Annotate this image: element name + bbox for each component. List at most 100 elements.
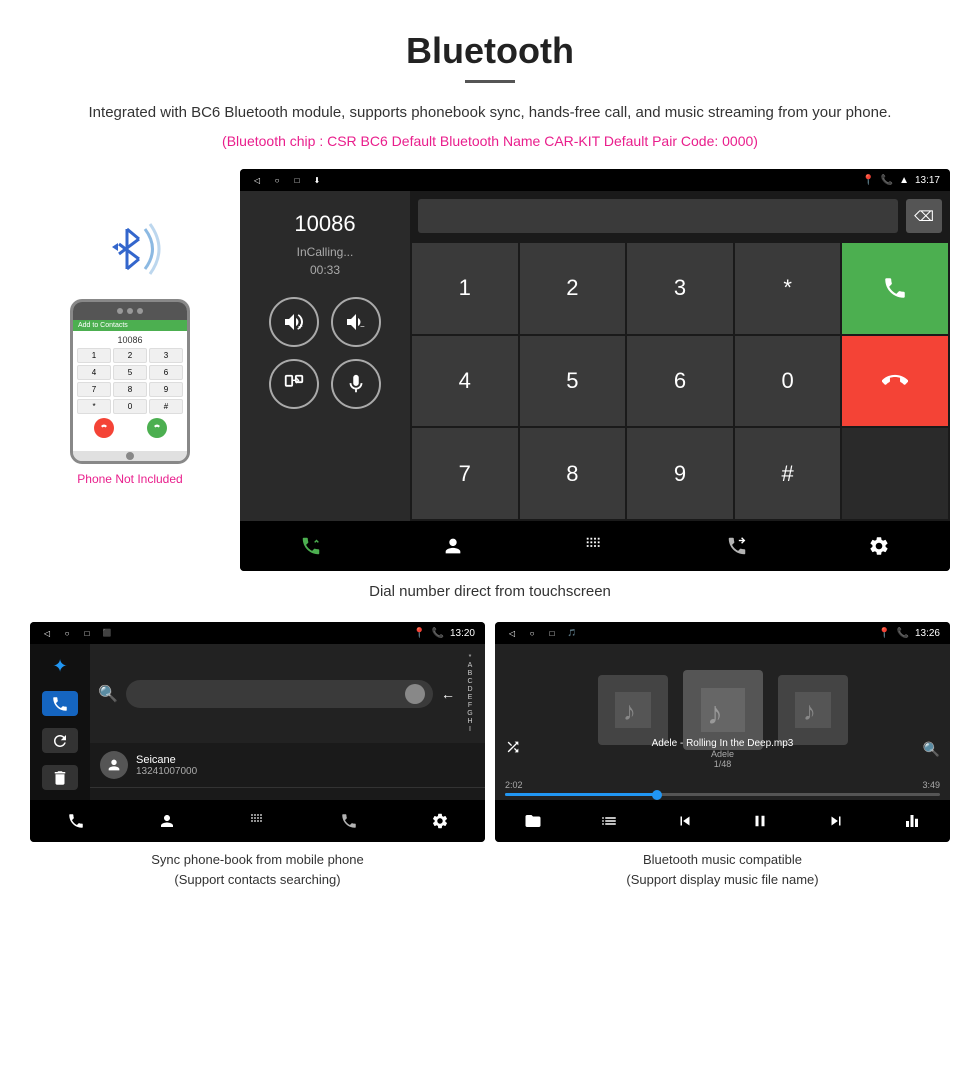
music-status-bar: ◁ ○ □ 🎵 📍 📞 13:26	[495, 622, 950, 644]
mute-btn[interactable]	[331, 359, 381, 409]
pb-download-icon: ⬛	[100, 626, 114, 640]
pb-delete-icon[interactable]	[42, 765, 78, 790]
pb-nav-contacts[interactable]	[152, 806, 182, 836]
key-hash[interactable]: #	[735, 428, 841, 519]
song-title: Adele - Rolling In the Deep.mp3	[495, 738, 950, 749]
pb-call-icon: 📞	[432, 628, 444, 639]
shuffle-icon[interactable]	[505, 739, 521, 758]
top-caption: Dial number direct from touchscreen	[0, 571, 980, 612]
pb-nav-phone[interactable]	[61, 806, 91, 836]
music-layout: ♪ ♪ ♪	[495, 644, 950, 800]
contact-row-seicane[interactable]: Seicane 13241007000	[90, 743, 485, 788]
music-note-right: ♪	[795, 692, 831, 728]
key-7[interactable]: 7	[412, 428, 518, 519]
music-nav-play[interactable]	[745, 806, 775, 836]
page-description: Integrated with BC6 Bluetooth module, su…	[60, 101, 920, 125]
music-screen: ◁ ○ □ 🎵 📍 📞 13:26	[495, 622, 950, 842]
pb-nav-transfer[interactable]	[334, 806, 364, 836]
key-9[interactable]: 9	[627, 428, 733, 519]
music-back-icon[interactable]: ◁	[505, 626, 519, 640]
backspace-btn[interactable]: ⌫	[906, 199, 942, 233]
progress-knob[interactable]	[652, 790, 662, 800]
phone-app-screen: 10086 InCalling... 00:33 + −	[240, 191, 950, 521]
pb-recent-icon[interactable]: □	[80, 626, 94, 640]
music-note-left: ♪	[615, 692, 651, 728]
key-0[interactable]: 0	[735, 336, 841, 427]
music-nav-equalizer[interactable]	[897, 806, 927, 836]
contact-name: Seicane	[136, 754, 475, 766]
phone-not-included-label: Phone Not Included	[77, 472, 182, 486]
pb-search-icon[interactable]: 🔍	[98, 684, 118, 704]
call-answer-btn[interactable]	[842, 243, 948, 334]
music-nav-list[interactable]	[594, 806, 624, 836]
progress-bar[interactable]	[505, 793, 940, 796]
nav-transfer-icon[interactable]	[717, 528, 757, 564]
pb-phone-icon[interactable]	[42, 691, 78, 716]
key-2[interactable]: 2	[520, 243, 626, 334]
key-star[interactable]: *	[735, 243, 841, 334]
pb-alphabet-list: *ABCD EFGHI	[463, 650, 477, 737]
back-nav-icon[interactable]: ◁	[250, 173, 264, 187]
dialer-input-row: ⌫	[410, 191, 950, 241]
home-nav-icon[interactable]: ○	[270, 173, 284, 187]
music-block: ◁ ○ □ 🎵 📍 📞 13:26	[495, 622, 950, 897]
key-5[interactable]: 5	[520, 336, 626, 427]
key-4[interactable]: 4	[412, 336, 518, 427]
title-underline	[465, 80, 515, 83]
music-bottom-nav	[495, 800, 950, 842]
music-nav-folder[interactable]	[518, 806, 548, 836]
key-6[interactable]: 6	[627, 336, 733, 427]
dialer-input-field[interactable]	[418, 199, 898, 233]
volume-up-btn[interactable]: +	[269, 297, 319, 347]
phone-side: Add to Contacts 10086 123 456 789 *0#	[30, 169, 230, 486]
phonebook-screen: ◁ ○ □ ⬛ 📍 📞 13:20 ✦	[30, 622, 485, 842]
bottom-nav-top	[240, 521, 950, 571]
wifi-icon: ▲	[899, 175, 909, 186]
pb-nav-settings[interactable]	[425, 806, 455, 836]
pb-nav-keypad[interactable]	[243, 806, 273, 836]
call-status: InCalling...	[297, 245, 354, 259]
time-display: 13:17	[915, 175, 940, 186]
music-time: 13:26	[915, 628, 940, 639]
call-end-btn[interactable]	[842, 336, 948, 427]
artist-name: Adele	[495, 749, 950, 759]
music-search-icon[interactable]: 🔍	[923, 741, 940, 758]
pb-search-row: 🔍 ← *ABCD EFGHI	[90, 644, 485, 743]
album-art-right: ♪	[778, 675, 848, 745]
pb-search-field[interactable]	[126, 680, 433, 708]
pb-back-arrow[interactable]: ←	[441, 686, 455, 702]
key-1[interactable]: 1	[412, 243, 518, 334]
key-empty	[842, 428, 948, 519]
key-3[interactable]: 3	[627, 243, 733, 334]
music-nav-prev[interactable]	[670, 806, 700, 836]
nav-contacts-icon[interactable]	[433, 528, 473, 564]
recent-nav-icon[interactable]: □	[290, 173, 304, 187]
album-art-left: ♪	[598, 675, 668, 745]
nav-phone-icon[interactable]	[291, 528, 331, 564]
pb-caption: Sync phone-book from mobile phone(Suppor…	[30, 842, 485, 897]
pb-home-icon[interactable]: ○	[60, 626, 74, 640]
transfer-call-btn[interactable]	[269, 359, 319, 409]
pb-main: 🔍 ← *ABCD EFGHI	[90, 644, 485, 800]
contact-number: 13241007000	[136, 766, 475, 777]
music-caption: Bluetooth music compatible(Support displ…	[495, 842, 950, 897]
nav-settings-icon[interactable]	[859, 528, 899, 564]
call-timer: 00:33	[310, 263, 340, 277]
music-icon-status: 🎵	[565, 626, 579, 640]
music-recent-icon[interactable]: □	[545, 626, 559, 640]
pb-location-icon: 📍	[413, 628, 425, 639]
phonebook-block: ◁ ○ □ ⬛ 📍 📞 13:20 ✦	[30, 622, 485, 897]
music-nav-next[interactable]	[821, 806, 851, 836]
nav-keypad-icon[interactable]	[575, 528, 615, 564]
music-home-icon[interactable]: ○	[525, 626, 539, 640]
key-8[interactable]: 8	[520, 428, 626, 519]
volume-down-btn[interactable]: −	[331, 297, 381, 347]
current-time: 2:02	[505, 780, 523, 790]
svg-text:−: −	[360, 322, 365, 331]
progress-fill	[505, 793, 657, 796]
pb-back-icon[interactable]: ◁	[40, 626, 54, 640]
call-number: 10086	[294, 211, 355, 237]
svg-text:♪: ♪	[803, 696, 816, 726]
car-screen-top: ◁ ○ □ ⬇ 📍 📞 ▲ 13:17 10086 InCalling... 0…	[240, 169, 950, 571]
pb-refresh-icon[interactable]	[42, 728, 78, 753]
